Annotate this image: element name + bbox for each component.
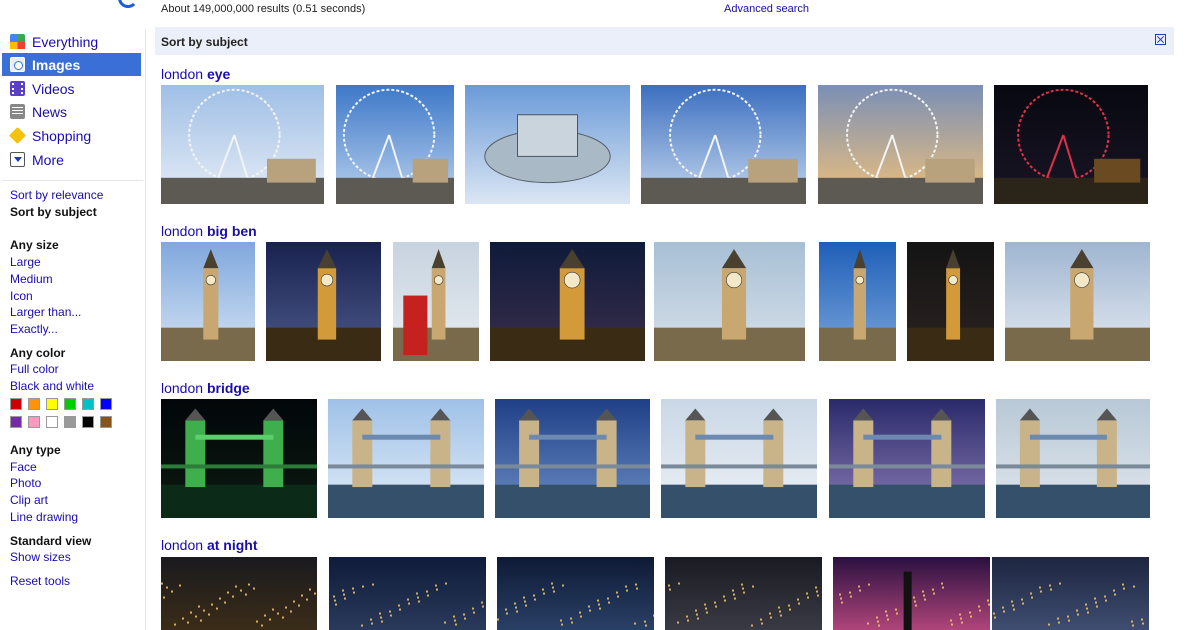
color-swatch[interactable] (10, 398, 22, 410)
sort-by-relevance-link[interactable]: Sort by relevance (10, 188, 103, 202)
nav-images-label: Images (32, 56, 81, 73)
view-heading[interactable]: Standard view (10, 534, 91, 548)
size-heading[interactable]: Any size (10, 238, 59, 252)
videos-icon (10, 81, 25, 96)
image-thumbnail[interactable] (907, 242, 994, 361)
image-thumbnail[interactable] (654, 242, 805, 361)
image-thumbnail[interactable] (329, 557, 486, 630)
image-thumbnail[interactable] (161, 85, 324, 204)
color-swatch[interactable] (10, 416, 22, 428)
image-thumbnail[interactable] (818, 85, 983, 204)
image-thumbnail[interactable] (336, 85, 454, 204)
nav-videos-label: Videos (32, 80, 75, 97)
image-thumbnail[interactable] (161, 242, 255, 361)
size-exactly-link[interactable]: Exactly... (10, 322, 58, 336)
size-icon-link[interactable]: Icon (10, 289, 33, 303)
nav-videos[interactable]: Videos (2, 77, 141, 100)
type-line-drawing-link[interactable]: Line drawing (10, 510, 78, 524)
more-icon (10, 152, 25, 167)
size-medium-link[interactable]: Medium (10, 272, 53, 286)
nav-news[interactable]: News (2, 100, 141, 123)
image-thumbnail[interactable] (833, 557, 990, 630)
advanced-search-link[interactable]: Advanced search (724, 3, 809, 15)
group-prefix: london (161, 66, 207, 82)
nav-images[interactable]: Images (2, 53, 141, 76)
size-larger-than-link[interactable]: Larger than... (10, 305, 81, 319)
group-title-bridge[interactable]: london bridge (161, 380, 250, 396)
results-stats: About 149,000,000 results (0.51 seconds) (161, 3, 366, 15)
image-thumbnail[interactable] (161, 557, 317, 630)
image-thumbnail[interactable] (829, 399, 985, 518)
nav-news-label: News (32, 103, 68, 120)
sidebar-separator (2, 180, 143, 181)
image-thumbnail[interactable] (992, 557, 1149, 630)
group-title-at-night[interactable]: london at night (161, 537, 257, 553)
everything-icon (10, 34, 25, 49)
reset-tools-link[interactable]: Reset tools (10, 574, 70, 588)
group-term: big ben (206, 223, 257, 239)
image-thumbnail[interactable] (996, 399, 1150, 518)
color-swatch[interactable] (100, 416, 112, 428)
size-large-link[interactable]: Large (10, 255, 41, 269)
nav-more-label: More (32, 151, 64, 168)
color-swatch[interactable] (64, 416, 76, 428)
color-swatch[interactable] (46, 398, 58, 410)
sort-by-subject-header: Sort by subject (155, 27, 1174, 55)
sort-by-subject-selected: Sort by subject (10, 205, 97, 219)
nav-everything[interactable]: Everything (2, 30, 141, 53)
type-face-link[interactable]: Face (10, 460, 37, 474)
type-clip-art-link[interactable]: Clip art (10, 493, 48, 507)
color-swatch[interactable] (28, 398, 40, 410)
group-term: at night (206, 537, 258, 553)
color-swatch[interactable] (64, 398, 76, 410)
nav-shopping[interactable]: Shopping (2, 124, 141, 147)
nav-everything-label: Everything (32, 33, 99, 50)
color-black-white-link[interactable]: Black and white (10, 379, 94, 393)
image-thumbnail[interactable] (465, 85, 630, 204)
color-swatch[interactable] (28, 416, 40, 428)
color-swatch[interactable] (100, 398, 112, 410)
group-prefix: london (161, 223, 207, 239)
google-logo[interactable] (118, 0, 138, 8)
image-thumbnail[interactable] (665, 557, 822, 630)
image-thumbnail[interactable] (994, 85, 1148, 204)
group-term: eye (206, 66, 231, 82)
top-bar: About 149,000,000 results (0.51 seconds)… (0, 0, 1200, 18)
image-thumbnail[interactable] (819, 242, 896, 361)
group-term: bridge (206, 380, 250, 396)
show-sizes-link[interactable]: Show sizes (10, 550, 71, 564)
shopping-icon (9, 127, 26, 144)
images-icon (10, 57, 25, 72)
nav-more[interactable]: More (2, 148, 141, 171)
sidebar-divider (145, 30, 146, 630)
type-heading[interactable]: Any type (10, 443, 61, 457)
image-thumbnail[interactable] (497, 557, 654, 630)
image-thumbnail[interactable] (495, 399, 650, 518)
image-thumbnail[interactable] (661, 399, 817, 518)
image-thumbnail[interactable] (1005, 242, 1150, 361)
news-icon (10, 104, 25, 119)
image-thumbnail[interactable] (393, 242, 479, 361)
nav-shopping-label: Shopping (32, 127, 92, 144)
sort-header-title: Sort by subject (161, 35, 248, 49)
group-prefix: london (161, 380, 207, 396)
color-swatch[interactable] (82, 398, 94, 410)
color-swatch[interactable] (82, 416, 94, 428)
image-thumbnail[interactable] (266, 242, 381, 361)
close-icon[interactable] (1155, 34, 1166, 45)
type-photo-link[interactable]: Photo (10, 476, 41, 490)
group-prefix: london (161, 537, 207, 553)
image-thumbnail[interactable] (641, 85, 806, 204)
group-title-big-ben[interactable]: london big ben (161, 223, 257, 239)
image-thumbnail[interactable] (161, 399, 317, 518)
group-title-eye[interactable]: london eye (161, 66, 230, 82)
image-thumbnail[interactable] (490, 242, 645, 361)
image-thumbnail[interactable] (328, 399, 484, 518)
color-heading[interactable]: Any color (10, 346, 65, 360)
color-full-link[interactable]: Full color (10, 362, 59, 376)
color-swatch[interactable] (46, 416, 58, 428)
